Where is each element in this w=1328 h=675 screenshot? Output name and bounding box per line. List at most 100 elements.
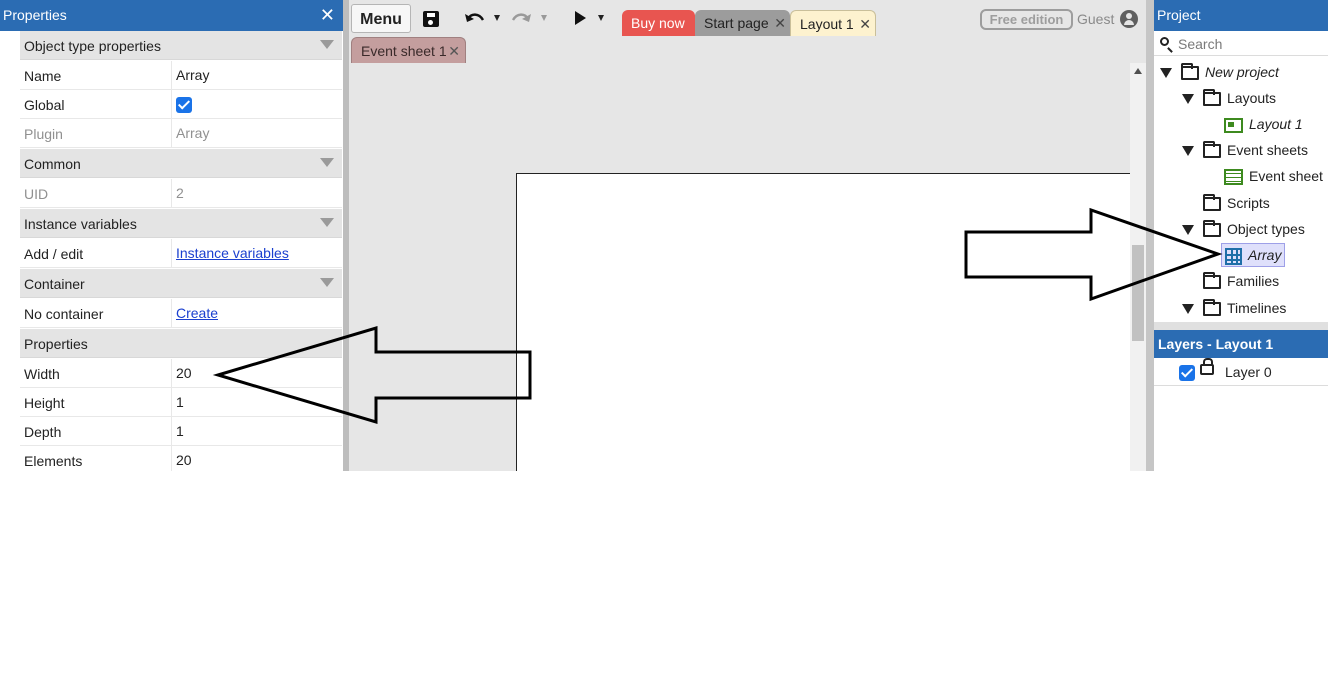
prop-row-global: Global xyxy=(20,90,342,119)
collapse-caret-icon[interactable] xyxy=(320,218,334,227)
properties-panel: Properties ✕ Object type properties Name… xyxy=(0,0,343,471)
undo-dropdown-icon[interactable] xyxy=(494,15,500,21)
play-dropdown-icon[interactable] xyxy=(598,15,604,21)
collapse-caret-icon[interactable] xyxy=(320,278,334,287)
layers-title-bar: Layers - Layout 1 xyxy=(1154,330,1328,358)
save-icon[interactable] xyxy=(423,11,439,27)
vertical-scrollbar[interactable] xyxy=(1130,63,1146,471)
tab-layout-1[interactable]: Layout 1 ✕ xyxy=(790,10,876,36)
section-object-type-properties[interactable]: Object type properties xyxy=(20,31,342,60)
menu-button[interactable]: Menu xyxy=(351,4,411,33)
scrollbar-thumb[interactable] xyxy=(1132,245,1144,341)
properties-title-bar: Properties ✕ xyxy=(0,0,343,31)
prop-label: UID xyxy=(24,186,49,202)
plugin-value: Array xyxy=(171,119,342,147)
right-splitter[interactable] xyxy=(1146,0,1154,471)
section-label: Common xyxy=(24,156,81,172)
tree-label: Event sheet xyxy=(1249,168,1323,184)
prop-row-add-edit: Add / edit Instance variables xyxy=(20,239,342,268)
expand-triangle-icon[interactable] xyxy=(1182,94,1194,105)
prop-label: Add / edit xyxy=(24,246,84,262)
prop-row-height: Height 1 xyxy=(20,388,342,417)
expand-triangle-icon[interactable] xyxy=(1182,225,1194,236)
section-label: Instance variables xyxy=(24,216,137,232)
search-icon xyxy=(1160,37,1169,46)
panel-divider[interactable] xyxy=(1154,322,1328,330)
tree-item-layout-1[interactable]: Layout 1 xyxy=(1224,113,1303,135)
prop-row-plugin: Plugin Array xyxy=(20,119,342,148)
undo-icon[interactable] xyxy=(464,10,486,26)
play-icon[interactable] xyxy=(575,11,586,25)
tree-label: Families xyxy=(1227,273,1280,289)
section-common[interactable]: Common xyxy=(20,149,342,178)
tree-item-object-types[interactable]: Object types xyxy=(1182,218,1305,240)
instance-variables-link[interactable]: Instance variables xyxy=(176,245,289,261)
prop-row-name: Name Array xyxy=(20,61,342,90)
guest-label[interactable]: Guest xyxy=(1077,11,1114,27)
expand-triangle-icon[interactable] xyxy=(1160,68,1172,79)
prop-row-no-container: No container Create xyxy=(20,299,342,328)
tab-buy-now[interactable]: Buy now xyxy=(622,10,695,36)
tab-start-page[interactable]: Start page ✕ xyxy=(695,10,790,36)
search-input[interactable]: Search xyxy=(1178,36,1222,52)
layer-row[interactable]: Layer 0 xyxy=(1154,358,1328,386)
layout-area[interactable] xyxy=(516,173,1130,471)
section-container[interactable]: Container xyxy=(20,269,342,298)
close-icon[interactable]: ✕ xyxy=(320,0,335,31)
tree-item-scripts[interactable]: Scripts xyxy=(1203,192,1270,214)
prop-value: Instance variables xyxy=(171,239,342,267)
tab-event-sheet-1[interactable]: Event sheet 1 ✕ xyxy=(351,37,466,63)
tree-item-new-project[interactable]: New project xyxy=(1160,61,1279,83)
collapse-caret-icon[interactable] xyxy=(320,158,334,167)
tree-item-families[interactable]: Families xyxy=(1203,270,1279,292)
folder-icon xyxy=(1203,194,1221,212)
redo-icon[interactable] xyxy=(510,10,532,26)
scroll-up-icon[interactable] xyxy=(1134,68,1142,74)
folder-icon xyxy=(1203,141,1221,159)
tree-item-event-sheet[interactable]: Event sheet xyxy=(1224,165,1323,187)
layout-view[interactable] xyxy=(349,63,1130,471)
prop-label: Global xyxy=(24,97,65,113)
project-search[interactable]: Search xyxy=(1154,31,1328,56)
tree-item-timelines[interactable]: Timelines xyxy=(1182,297,1286,319)
close-icon[interactable]: ✕ xyxy=(448,38,460,64)
depth-field[interactable]: 1 xyxy=(171,417,342,445)
unlock-icon[interactable] xyxy=(1200,358,1214,375)
section-properties[interactable]: Properties xyxy=(20,329,342,358)
main-toolbar: Menu Buy now Start page ✕ Layout 1 ✕ Fre… xyxy=(349,0,1152,37)
project-panel: Project Search New project Layouts Layou… xyxy=(1154,0,1328,471)
free-edition-badge[interactable]: Free edition xyxy=(980,9,1073,30)
layer-name: Layer 0 xyxy=(1225,364,1272,380)
expand-triangle-icon[interactable] xyxy=(1182,304,1194,315)
prop-row-width: Width 20 xyxy=(20,359,342,388)
folder-icon xyxy=(1203,220,1221,238)
prop-label: Depth xyxy=(24,424,62,440)
tree-item-array[interactable]: Array xyxy=(1221,243,1286,267)
prop-row-uid: UID 2 xyxy=(20,179,342,208)
global-checkbox[interactable] xyxy=(176,97,192,114)
expand-triangle-icon[interactable] xyxy=(1182,146,1194,157)
close-icon[interactable]: ✕ xyxy=(774,10,786,36)
collapse-caret-icon[interactable] xyxy=(320,40,334,49)
prop-label: Plugin xyxy=(24,126,63,142)
folder-icon xyxy=(1203,299,1221,317)
user-icon[interactable] xyxy=(1120,10,1138,28)
section-label: Container xyxy=(24,276,85,292)
layer-visible-checkbox[interactable] xyxy=(1179,365,1195,381)
section-instance-variables[interactable]: Instance variables xyxy=(20,209,342,238)
width-field[interactable]: 20 xyxy=(171,359,342,387)
construct-editor: Properties ✕ Object type properties Name… xyxy=(0,0,1328,471)
tree-label: Object types xyxy=(1227,221,1305,237)
create-container-link[interactable]: Create xyxy=(176,305,218,321)
tree-label: Event sheets xyxy=(1227,142,1308,158)
name-field[interactable]: Array xyxy=(171,61,342,89)
close-icon[interactable]: ✕ xyxy=(859,11,871,37)
height-field[interactable]: 1 xyxy=(171,388,342,416)
tree-item-event-sheets[interactable]: Event sheets xyxy=(1182,139,1308,161)
tree-label: Timelines xyxy=(1227,300,1287,316)
tree-item-layouts[interactable]: Layouts xyxy=(1182,87,1276,109)
tab-label: Buy now xyxy=(631,15,685,31)
prop-label: Height xyxy=(24,395,65,411)
folder-icon xyxy=(1203,272,1221,290)
prop-row-elements: Elements 20 xyxy=(20,446,342,471)
